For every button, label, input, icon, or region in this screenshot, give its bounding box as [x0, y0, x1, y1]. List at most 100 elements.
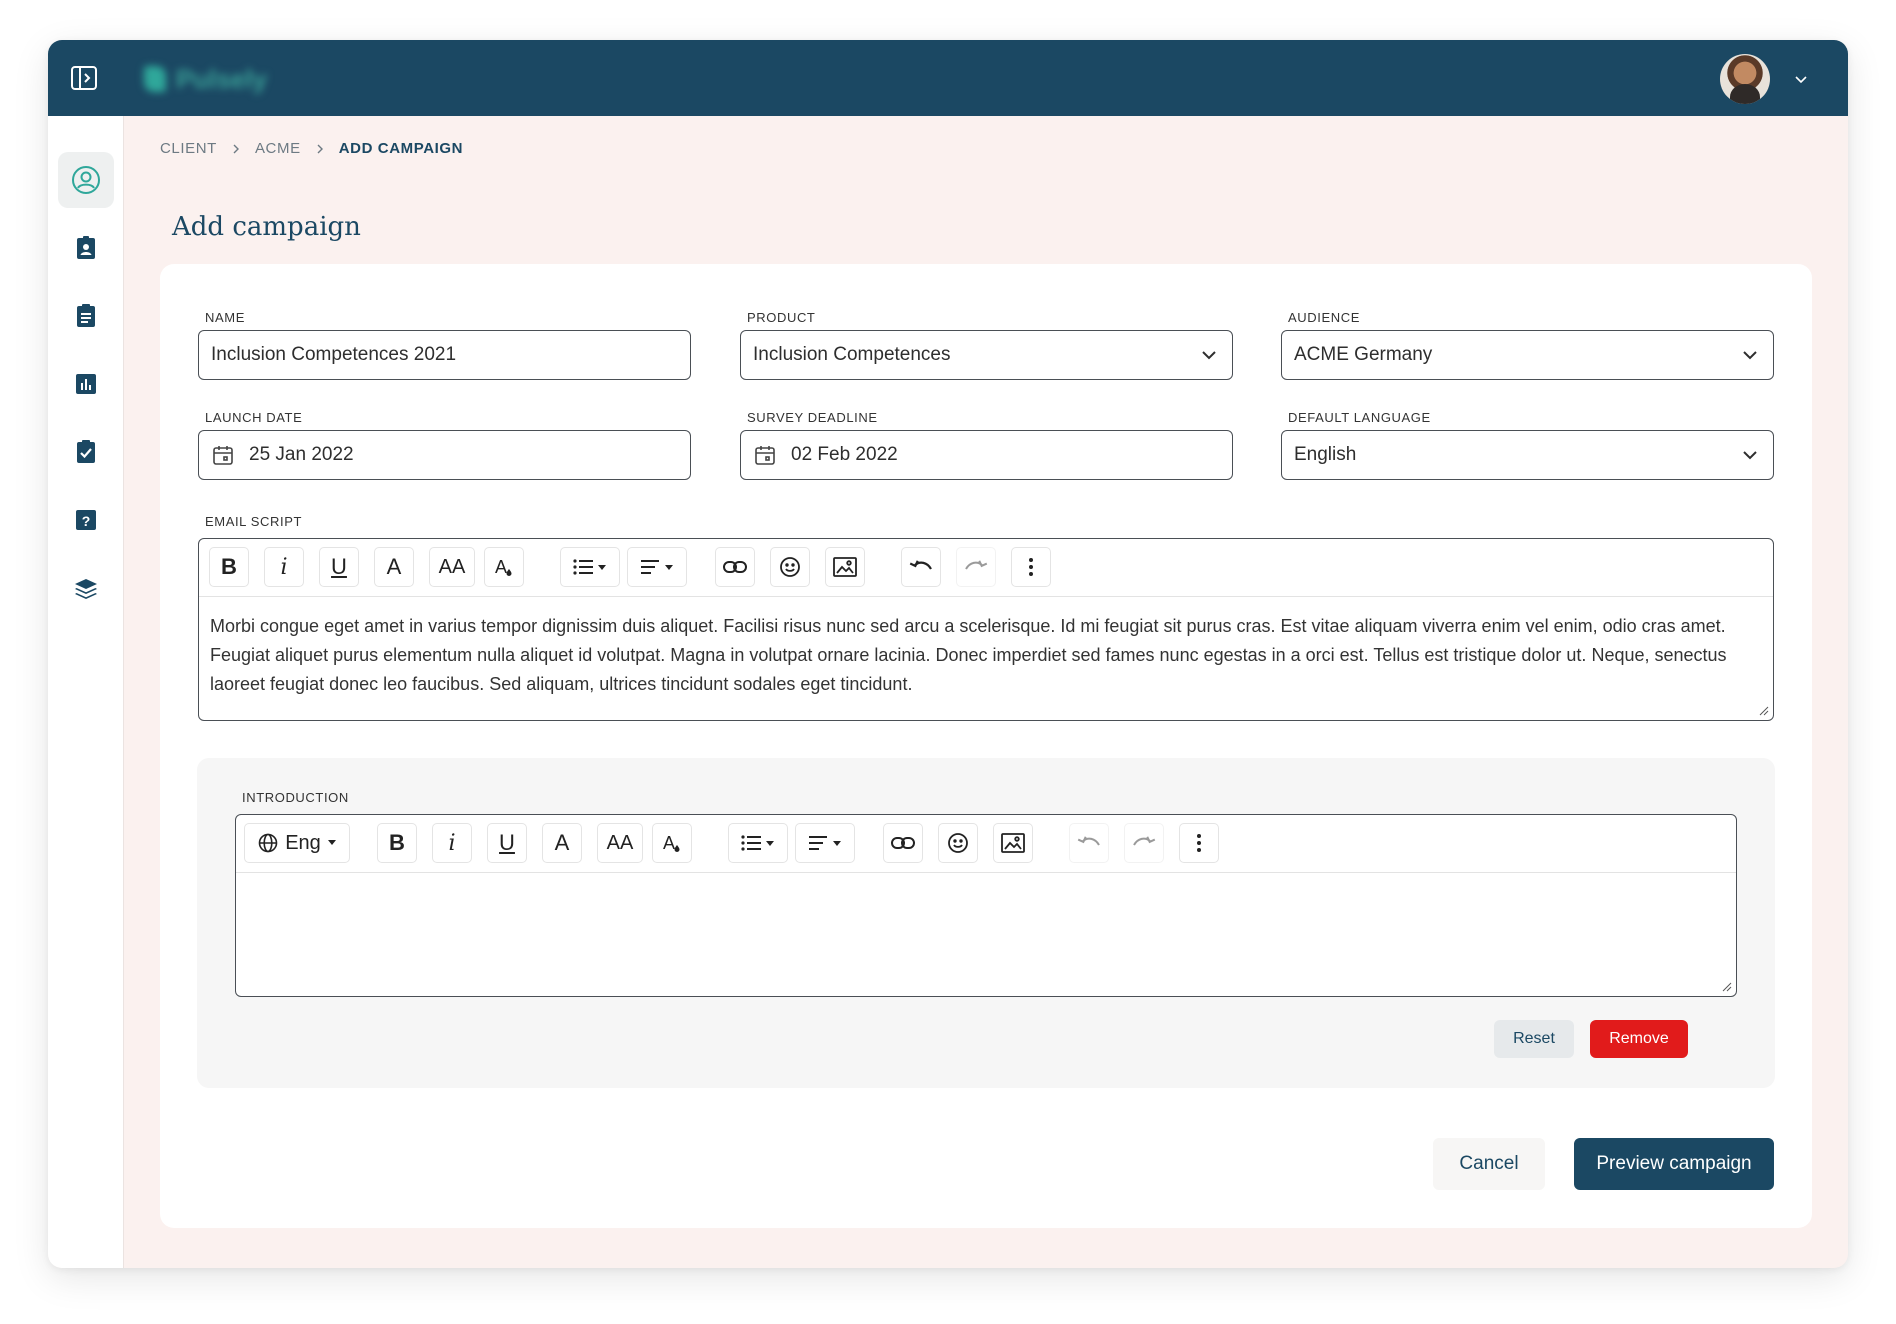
intro-editor-toolbar: Eng B i U A AA A	[236, 815, 1736, 873]
svg-text:?: ?	[82, 513, 91, 529]
breadcrumb-client[interactable]: CLIENT	[160, 140, 217, 157]
chevron-right-icon	[317, 144, 323, 153]
sidebar-item-help[interactable]: ?	[58, 492, 114, 548]
list-dropdown-button[interactable]	[728, 823, 788, 863]
more-vertical-icon	[1029, 558, 1033, 576]
bold-button[interactable]: B	[377, 823, 417, 863]
align-left-icon	[641, 560, 673, 574]
chevron-down-icon	[1202, 351, 1216, 360]
undo-button[interactable]	[901, 547, 941, 587]
introduction-label: INTRODUCTION	[242, 790, 349, 805]
align-left-icon	[809, 836, 841, 850]
audience-select[interactable]: ACME Germany	[1281, 330, 1774, 380]
font-color-button[interactable]: A	[374, 547, 414, 587]
survey-deadline-label: SURVEY DEADLINE	[747, 410, 878, 425]
image-button[interactable]	[993, 823, 1033, 863]
sidebar-item-profiles[interactable]	[58, 220, 114, 276]
panel-toggle-icon[interactable]	[68, 62, 100, 94]
redo-icon	[1133, 836, 1156, 846]
caret-down-icon	[327, 840, 336, 845]
sidebar-item-library[interactable]	[58, 560, 114, 616]
redo-button[interactable]	[1124, 823, 1164, 863]
chevron-down-icon[interactable]	[1792, 70, 1810, 88]
font-size-button[interactable]: AA	[429, 547, 475, 587]
image-button[interactable]	[825, 547, 865, 587]
more-options-button[interactable]	[1179, 823, 1219, 863]
bold-button[interactable]: B	[209, 547, 249, 587]
align-dropdown-button[interactable]	[795, 823, 855, 863]
top-bar: Pulsely	[48, 40, 1848, 116]
email-script-text[interactable]: Morbi congue eget amet in varius tempor …	[210, 612, 1743, 699]
preview-campaign-button[interactable]: Preview campaign	[1574, 1138, 1774, 1190]
svg-text:A: A	[663, 833, 675, 853]
link-button[interactable]	[715, 547, 755, 587]
undo-icon	[1077, 836, 1100, 846]
cancel-button[interactable]: Cancel	[1433, 1138, 1545, 1190]
audience-value: ACME Germany	[1294, 344, 1433, 365]
layers-icon	[75, 579, 97, 599]
product-label: PRODUCT	[747, 310, 816, 325]
audience-label: AUDIENCE	[1288, 310, 1360, 325]
align-dropdown-button[interactable]	[627, 547, 687, 587]
default-language-label: DEFAULT LANGUAGE	[1288, 410, 1431, 425]
more-vertical-icon	[1197, 834, 1201, 852]
link-button[interactable]	[883, 823, 923, 863]
clipboard-list-icon	[77, 304, 95, 327]
email-script-editor[interactable]: B i U A AA A Morbi congue eget amet in v…	[198, 538, 1774, 721]
sidebar-item-tasks[interactable]	[58, 424, 114, 480]
name-input[interactable]: Inclusion Competences 2021	[198, 330, 691, 380]
language-dropdown-button[interactable]: Eng	[244, 823, 350, 863]
italic-button[interactable]: i	[264, 547, 304, 587]
name-value: Inclusion Competences 2021	[211, 344, 457, 365]
remove-button[interactable]: Remove	[1590, 1020, 1688, 1058]
chevron-down-icon	[1743, 351, 1757, 360]
product-select[interactable]: Inclusion Competences	[740, 330, 1233, 380]
reset-button[interactable]: Reset	[1494, 1020, 1574, 1058]
page-title: Add campaign	[172, 212, 361, 242]
highlight-color-button[interactable]: A	[652, 823, 692, 863]
link-icon	[891, 837, 915, 849]
list-dropdown-button[interactable]	[560, 547, 620, 587]
font-color-button[interactable]: A	[542, 823, 582, 863]
bullet-list-icon	[573, 559, 606, 575]
emoji-button[interactable]	[938, 823, 978, 863]
highlight-color-button[interactable]: A	[484, 547, 524, 587]
font-size-button[interactable]: AA	[597, 823, 643, 863]
more-options-button[interactable]	[1011, 547, 1051, 587]
badge-user-icon	[77, 236, 95, 259]
smiley-icon	[948, 833, 968, 853]
default-language-select[interactable]: English	[1281, 430, 1774, 480]
sidebar-item-reports[interactable]	[58, 356, 114, 412]
logo-text: Pulsely	[176, 63, 268, 94]
introduction-editor[interactable]: Eng B i U A AA A	[235, 814, 1737, 997]
user-avatar[interactable]	[1720, 54, 1770, 104]
bar-chart-icon	[76, 374, 96, 394]
app-window: Pulsely ? CLIENT ACME ADD CAMPAIGN Add c…	[48, 40, 1848, 1268]
italic-button[interactable]: i	[432, 823, 472, 863]
breadcrumb-acme[interactable]: ACME	[255, 140, 301, 157]
smiley-icon	[780, 557, 800, 577]
main-content: CLIENT ACME ADD CAMPAIGN Add campaign NA…	[124, 116, 1848, 1268]
underline-button[interactable]: U	[487, 823, 527, 863]
product-value: Inclusion Competences	[753, 344, 951, 365]
resize-grip-icon[interactable]	[1757, 704, 1769, 716]
language-label: Eng	[285, 831, 321, 854]
resize-grip-icon[interactable]	[1720, 980, 1732, 992]
chevron-right-icon	[233, 144, 239, 153]
launch-date-picker[interactable]: 25 Jan 2022	[198, 430, 691, 480]
logo-mark-icon	[144, 66, 166, 92]
image-icon	[1001, 833, 1025, 853]
emoji-button[interactable]	[770, 547, 810, 587]
underline-button[interactable]: U	[319, 547, 359, 587]
default-language-value: English	[1294, 444, 1357, 465]
redo-button[interactable]	[956, 547, 996, 587]
redo-icon	[965, 560, 988, 570]
sidebar-item-clients[interactable]	[58, 152, 114, 208]
breadcrumb: CLIENT ACME ADD CAMPAIGN	[160, 140, 463, 157]
app-logo[interactable]: Pulsely	[144, 64, 267, 94]
text-color-fill-icon: A	[663, 833, 680, 853]
image-icon	[833, 557, 857, 577]
survey-deadline-picker[interactable]: 02 Feb 2022	[740, 430, 1233, 480]
undo-button[interactable]	[1069, 823, 1109, 863]
sidebar-item-campaigns[interactable]	[58, 288, 114, 344]
